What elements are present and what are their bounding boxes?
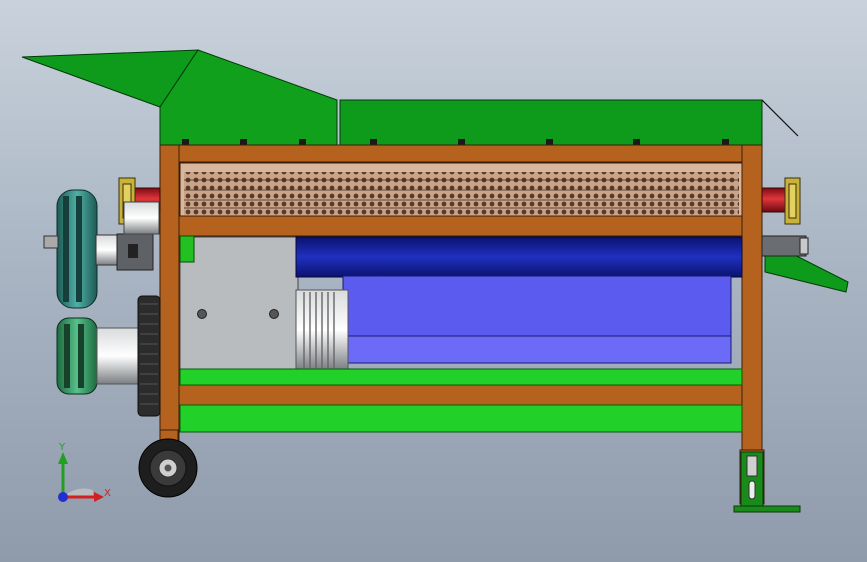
machine-model[interactable]: [0, 0, 867, 562]
cad-viewport[interactable]: Y X: [0, 0, 867, 562]
y-axis-label: Y: [59, 442, 66, 453]
motor-pulleys: [56, 295, 161, 417]
gearbox: [179, 235, 299, 372]
drive-pulleys: [43, 189, 160, 309]
coordinate-triad: [58, 452, 104, 502]
z-axis-origin: [58, 492, 68, 502]
caster-wheel: [138, 429, 198, 498]
x-axis-label: X: [104, 488, 111, 499]
screening-drum: [179, 162, 743, 217]
support-foot: [733, 451, 801, 513]
right-shaft: [761, 177, 801, 225]
motor: [295, 236, 743, 371]
hopper: [21, 49, 799, 146]
